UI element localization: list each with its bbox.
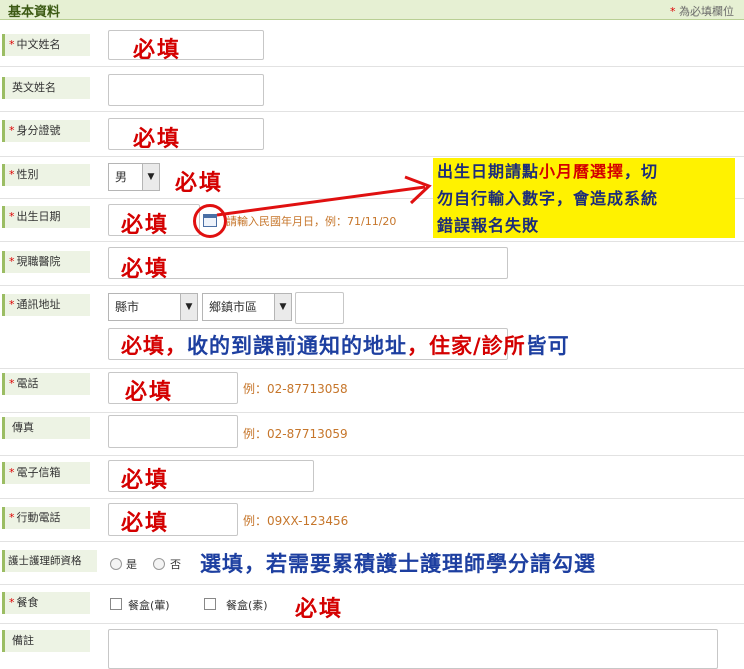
label-chinese-name: * 中文姓名 [2, 34, 90, 56]
hospital-required-note: 必填 [121, 256, 170, 282]
zip-input[interactable] [295, 292, 344, 324]
nurse-license-no-label: 否 [170, 558, 181, 571]
row-phone: * 電話 必填 例：02-87713058 [0, 369, 744, 413]
nurse-license-note: 選填，若需要累積護士護理師學分請勾選 [200, 551, 596, 576]
row-meal: * 餐食 餐盒(葷) 餐盒(素) 必填 [0, 585, 744, 624]
label-english-name: 英文姓名 [2, 77, 90, 99]
gender-select[interactable]: 男 ▼ [108, 163, 160, 191]
meal-meat-checkbox[interactable] [110, 598, 122, 610]
id-number-required-note: 必填 [133, 126, 182, 152]
meal-meat-label: 餐盒(葷) [128, 599, 170, 612]
chevron-down-icon: ▼ [180, 294, 197, 320]
label-meal: * 餐食 [2, 592, 90, 614]
label-email: * 電子信箱 [2, 462, 90, 484]
row-remarks: 備註 [0, 624, 744, 669]
nurse-license-yes-label: 是 [126, 558, 137, 571]
address-note: 必填，收的到課前通知的地址，住家/診所皆可 [121, 333, 570, 358]
chevron-down-icon: ▼ [142, 164, 159, 190]
label-remarks: 備註 [2, 630, 90, 652]
label-fax: 傳真 [2, 417, 90, 439]
fax-hint: 例：02-87713059 [243, 427, 348, 441]
row-id-number: * 身分證號 必填 [0, 112, 744, 157]
city-value: 縣市 [115, 300, 140, 314]
label-phone: * 電話 [2, 373, 90, 395]
row-address: * 通訊地址 縣市 ▼ 鄉鎮市區 ▼ 必填，收的到課前通知的地址，住家/診所皆可 [0, 286, 744, 369]
row-mobile: * 行動電話 必填 例：09XX-123456 [0, 499, 744, 542]
meal-required-note: 必填 [295, 596, 344, 622]
email-required-note: 必填 [121, 467, 170, 493]
row-email: * 電子信箱 必填 [0, 456, 744, 499]
nurse-license-no-radio[interactable] [153, 558, 165, 570]
label-hospital: * 現職醫院 [2, 251, 90, 273]
section-header: 基本資料 * 為必填欄位 [0, 0, 744, 20]
required-note: * 為必填欄位 [670, 5, 734, 18]
district-value: 鄉鎮市區 [209, 300, 258, 314]
phone-hint: 例：02-87713058 [243, 382, 348, 396]
label-address: * 通訊地址 [2, 294, 90, 316]
english-name-input[interactable] [108, 74, 264, 106]
label-gender: * 性別 [2, 164, 90, 186]
chevron-down-icon: ▼ [274, 294, 291, 320]
district-select[interactable]: 鄉鎮市區 ▼ [202, 293, 292, 321]
row-nurse-license: 護士護理師資格 是 否 選填，若需要累積護士護理師學分請勾選 [0, 542, 744, 585]
row-chinese-name: * 中文姓名 必填 [0, 20, 744, 67]
label-mobile: * 行動電話 [2, 507, 90, 529]
gender-value: 男 [115, 170, 128, 184]
mobile-required-note: 必填 [121, 510, 170, 536]
label-id-number: * 身分證號 [2, 120, 90, 142]
mobile-hint: 例：09XX-123456 [243, 514, 349, 528]
birthdate-required-note: 必填 [121, 212, 170, 238]
calendar-instruction-note: 出生日期請點小月曆選擇，切 勿自行輸入數字，會造成系統 錯誤報名失敗 [433, 158, 735, 238]
city-select[interactable]: 縣市 ▼ [108, 293, 198, 321]
row-hospital: * 現職醫院 必填 [0, 242, 744, 286]
chinese-name-required-note: 必填 [133, 37, 182, 63]
arrow-annotation [216, 175, 432, 217]
nurse-license-yes-radio[interactable] [110, 558, 122, 570]
fax-input[interactable] [108, 415, 238, 448]
meal-veg-label: 餐盒(素) [226, 599, 268, 612]
chinese-name-input[interactable] [108, 30, 264, 60]
row-english-name: 英文姓名 [0, 67, 744, 112]
label-nurse-license: 護士護理師資格 [2, 550, 97, 572]
meal-veg-checkbox[interactable] [204, 598, 216, 610]
label-birthdate: * 出生日期 [2, 206, 90, 228]
remarks-textarea[interactable] [108, 629, 718, 669]
row-fax: 傳真 例：02-87713059 [0, 413, 744, 456]
section-title: 基本資料 [8, 5, 61, 20]
id-number-input[interactable] [108, 118, 264, 150]
phone-required-note: 必填 [125, 379, 174, 405]
